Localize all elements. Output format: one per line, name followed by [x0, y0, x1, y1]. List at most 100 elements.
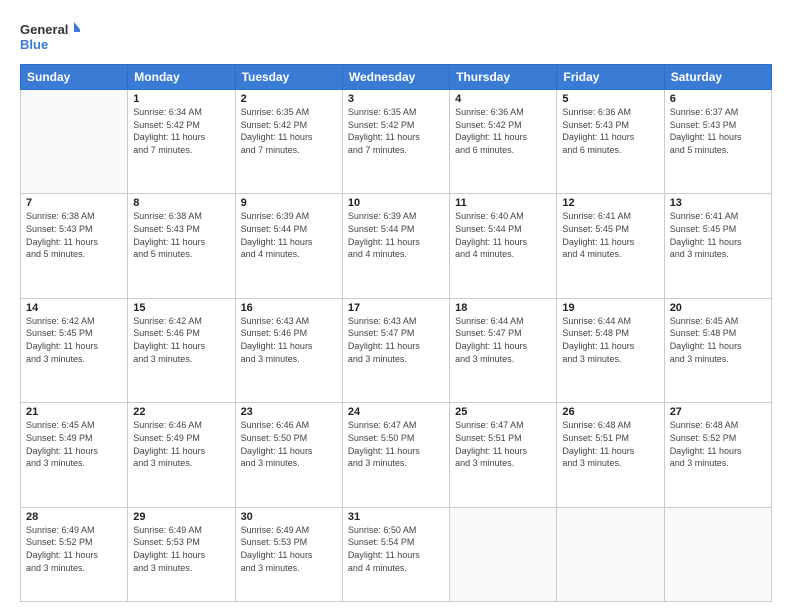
logo-svg: General Blue [20, 18, 80, 56]
day-info: Sunrise: 6:44 AMSunset: 5:47 PMDaylight:… [455, 315, 551, 365]
day-info: Sunrise: 6:46 AMSunset: 5:49 PMDaylight:… [133, 419, 229, 469]
day-info: Sunrise: 6:48 AMSunset: 5:52 PMDaylight:… [670, 419, 766, 469]
day-number: 13 [670, 197, 766, 209]
calendar-cell [21, 90, 128, 194]
day-info: Sunrise: 6:45 AMSunset: 5:48 PMDaylight:… [670, 315, 766, 365]
day-number: 20 [670, 302, 766, 314]
day-info: Sunrise: 6:42 AMSunset: 5:46 PMDaylight:… [133, 315, 229, 365]
day-info: Sunrise: 6:38 AMSunset: 5:43 PMDaylight:… [26, 210, 122, 260]
day-info: Sunrise: 6:34 AMSunset: 5:42 PMDaylight:… [133, 106, 229, 156]
calendar-cell: 14Sunrise: 6:42 AMSunset: 5:45 PMDayligh… [21, 298, 128, 402]
day-info: Sunrise: 6:50 AMSunset: 5:54 PMDaylight:… [348, 524, 444, 574]
calendar-cell: 3Sunrise: 6:35 AMSunset: 5:42 PMDaylight… [342, 90, 449, 194]
calendar-cell: 28Sunrise: 6:49 AMSunset: 5:52 PMDayligh… [21, 507, 128, 601]
weekday-header-monday: Monday [128, 65, 235, 90]
weekday-header-tuesday: Tuesday [235, 65, 342, 90]
day-number: 6 [670, 93, 766, 105]
calendar-cell: 11Sunrise: 6:40 AMSunset: 5:44 PMDayligh… [450, 194, 557, 298]
calendar-table: SundayMondayTuesdayWednesdayThursdayFrid… [20, 64, 772, 602]
logo: General Blue [20, 18, 80, 56]
calendar-cell: 19Sunrise: 6:44 AMSunset: 5:48 PMDayligh… [557, 298, 664, 402]
calendar-cell: 18Sunrise: 6:44 AMSunset: 5:47 PMDayligh… [450, 298, 557, 402]
svg-text:Blue: Blue [20, 37, 48, 52]
day-number: 5 [562, 93, 658, 105]
calendar-cell: 5Sunrise: 6:36 AMSunset: 5:43 PMDaylight… [557, 90, 664, 194]
header: General Blue [20, 18, 772, 56]
day-number: 24 [348, 406, 444, 418]
calendar-cell: 4Sunrise: 6:36 AMSunset: 5:42 PMDaylight… [450, 90, 557, 194]
calendar-cell: 26Sunrise: 6:48 AMSunset: 5:51 PMDayligh… [557, 403, 664, 507]
calendar-cell [557, 507, 664, 601]
day-info: Sunrise: 6:48 AMSunset: 5:51 PMDaylight:… [562, 419, 658, 469]
day-number: 28 [26, 511, 122, 523]
weekday-header-wednesday: Wednesday [342, 65, 449, 90]
day-number: 29 [133, 511, 229, 523]
day-number: 31 [348, 511, 444, 523]
day-number: 10 [348, 197, 444, 209]
day-number: 14 [26, 302, 122, 314]
day-info: Sunrise: 6:47 AMSunset: 5:50 PMDaylight:… [348, 419, 444, 469]
day-number: 16 [241, 302, 337, 314]
day-number: 11 [455, 197, 551, 209]
day-info: Sunrise: 6:36 AMSunset: 5:42 PMDaylight:… [455, 106, 551, 156]
day-info: Sunrise: 6:44 AMSunset: 5:48 PMDaylight:… [562, 315, 658, 365]
day-info: Sunrise: 6:39 AMSunset: 5:44 PMDaylight:… [241, 210, 337, 260]
weekday-header-saturday: Saturday [664, 65, 771, 90]
calendar-cell: 22Sunrise: 6:46 AMSunset: 5:49 PMDayligh… [128, 403, 235, 507]
page: General Blue SundayMondayTuesdayWednesda… [0, 0, 792, 612]
calendar-cell: 16Sunrise: 6:43 AMSunset: 5:46 PMDayligh… [235, 298, 342, 402]
calendar-cell: 2Sunrise: 6:35 AMSunset: 5:42 PMDaylight… [235, 90, 342, 194]
day-number: 7 [26, 197, 122, 209]
calendar-cell: 24Sunrise: 6:47 AMSunset: 5:50 PMDayligh… [342, 403, 449, 507]
day-number: 15 [133, 302, 229, 314]
calendar-cell: 31Sunrise: 6:50 AMSunset: 5:54 PMDayligh… [342, 507, 449, 601]
day-info: Sunrise: 6:49 AMSunset: 5:53 PMDaylight:… [241, 524, 337, 574]
day-number: 3 [348, 93, 444, 105]
calendar-cell: 17Sunrise: 6:43 AMSunset: 5:47 PMDayligh… [342, 298, 449, 402]
calendar-cell: 21Sunrise: 6:45 AMSunset: 5:49 PMDayligh… [21, 403, 128, 507]
day-info: Sunrise: 6:41 AMSunset: 5:45 PMDaylight:… [562, 210, 658, 260]
calendar-cell: 1Sunrise: 6:34 AMSunset: 5:42 PMDaylight… [128, 90, 235, 194]
calendar-cell: 12Sunrise: 6:41 AMSunset: 5:45 PMDayligh… [557, 194, 664, 298]
calendar-cell: 13Sunrise: 6:41 AMSunset: 5:45 PMDayligh… [664, 194, 771, 298]
day-info: Sunrise: 6:42 AMSunset: 5:45 PMDaylight:… [26, 315, 122, 365]
svg-text:General: General [20, 22, 68, 37]
weekday-header-sunday: Sunday [21, 65, 128, 90]
day-number: 22 [133, 406, 229, 418]
day-info: Sunrise: 6:46 AMSunset: 5:50 PMDaylight:… [241, 419, 337, 469]
day-number: 9 [241, 197, 337, 209]
day-number: 30 [241, 511, 337, 523]
calendar-cell: 8Sunrise: 6:38 AMSunset: 5:43 PMDaylight… [128, 194, 235, 298]
day-number: 17 [348, 302, 444, 314]
day-info: Sunrise: 6:49 AMSunset: 5:53 PMDaylight:… [133, 524, 229, 574]
day-info: Sunrise: 6:36 AMSunset: 5:43 PMDaylight:… [562, 106, 658, 156]
day-number: 8 [133, 197, 229, 209]
calendar-cell: 27Sunrise: 6:48 AMSunset: 5:52 PMDayligh… [664, 403, 771, 507]
calendar-cell: 29Sunrise: 6:49 AMSunset: 5:53 PMDayligh… [128, 507, 235, 601]
day-number: 12 [562, 197, 658, 209]
day-info: Sunrise: 6:43 AMSunset: 5:47 PMDaylight:… [348, 315, 444, 365]
calendar-cell: 15Sunrise: 6:42 AMSunset: 5:46 PMDayligh… [128, 298, 235, 402]
weekday-header-friday: Friday [557, 65, 664, 90]
day-info: Sunrise: 6:38 AMSunset: 5:43 PMDaylight:… [133, 210, 229, 260]
day-info: Sunrise: 6:35 AMSunset: 5:42 PMDaylight:… [241, 106, 337, 156]
calendar-cell: 6Sunrise: 6:37 AMSunset: 5:43 PMDaylight… [664, 90, 771, 194]
day-number: 23 [241, 406, 337, 418]
day-info: Sunrise: 6:35 AMSunset: 5:42 PMDaylight:… [348, 106, 444, 156]
calendar-cell: 30Sunrise: 6:49 AMSunset: 5:53 PMDayligh… [235, 507, 342, 601]
day-number: 26 [562, 406, 658, 418]
day-number: 19 [562, 302, 658, 314]
day-info: Sunrise: 6:39 AMSunset: 5:44 PMDaylight:… [348, 210, 444, 260]
calendar-cell [664, 507, 771, 601]
calendar-cell: 9Sunrise: 6:39 AMSunset: 5:44 PMDaylight… [235, 194, 342, 298]
day-number: 21 [26, 406, 122, 418]
day-info: Sunrise: 6:45 AMSunset: 5:49 PMDaylight:… [26, 419, 122, 469]
calendar-cell [450, 507, 557, 601]
day-info: Sunrise: 6:47 AMSunset: 5:51 PMDaylight:… [455, 419, 551, 469]
calendar-cell: 23Sunrise: 6:46 AMSunset: 5:50 PMDayligh… [235, 403, 342, 507]
calendar-cell: 10Sunrise: 6:39 AMSunset: 5:44 PMDayligh… [342, 194, 449, 298]
day-number: 1 [133, 93, 229, 105]
calendar-cell: 7Sunrise: 6:38 AMSunset: 5:43 PMDaylight… [21, 194, 128, 298]
day-number: 2 [241, 93, 337, 105]
day-info: Sunrise: 6:37 AMSunset: 5:43 PMDaylight:… [670, 106, 766, 156]
